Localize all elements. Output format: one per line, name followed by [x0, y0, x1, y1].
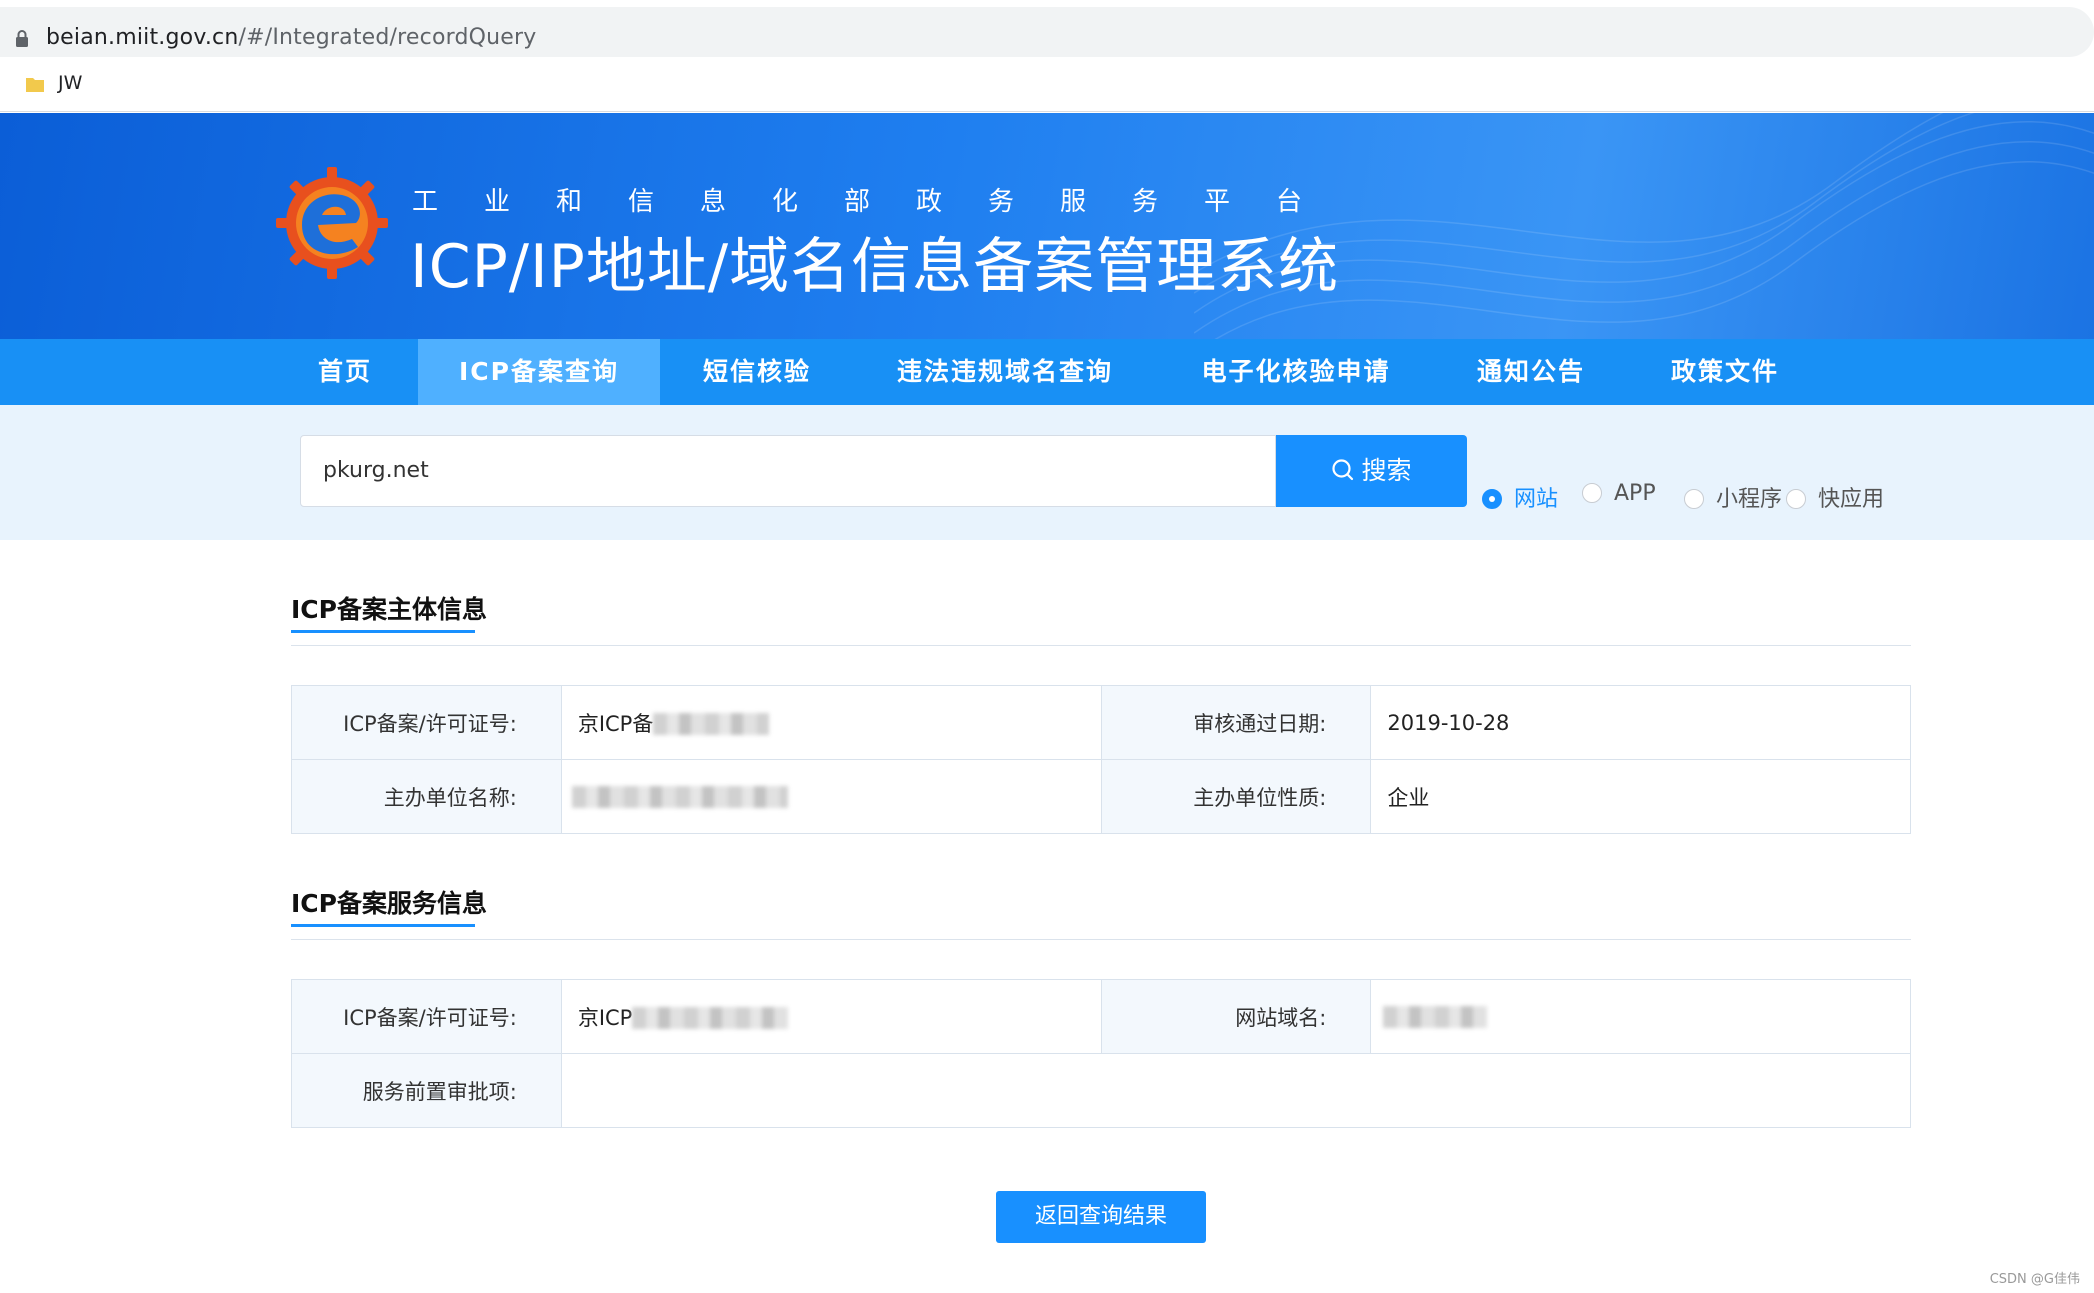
table-row: 服务前置审批项: — [291, 1053, 1912, 1128]
approval-value — [560, 1053, 1912, 1128]
approval-label: 服务前置审批项: — [291, 1053, 562, 1128]
browser-address-bar: beian.miit.gov.cn/#/Integrated/recordQue… — [0, 0, 2094, 64]
section-underline — [291, 630, 475, 633]
nav-sms-verify[interactable]: 短信核验 — [690, 339, 824, 405]
table-row: ICP备案/许可证号: 京ICP 网站域名: — [291, 979, 1911, 1054]
nav-policies[interactable]: 政策文件 — [1660, 339, 1790, 405]
license-prefix: 京ICP — [577, 1005, 633, 1030]
date-label: 审核通过日期: — [1100, 685, 1372, 760]
radio-label: 快应用 — [1818, 487, 1885, 512]
service-info-table: ICP备案/许可证号: 京ICP 网站域名: 服务前置审批项: — [291, 979, 1912, 1128]
nav-notices[interactable]: 通知公告 — [1466, 339, 1596, 405]
radio-circle — [1786, 489, 1806, 509]
service-license-value: 京ICP — [560, 979, 1102, 1054]
radio-quickapp[interactable]: 快应用 — [1786, 481, 1885, 512]
domain-label: 网站域名: — [1100, 979, 1372, 1054]
search-icon — [1332, 459, 1354, 481]
search-button[interactable]: 搜索 — [1276, 435, 1467, 507]
nav-home[interactable]: 首页 — [300, 339, 390, 405]
radio-circle — [1582, 483, 1602, 503]
radio-app[interactable]: APP — [1582, 481, 1656, 511]
radio-label: 小程序 — [1716, 487, 1783, 512]
license-label: ICP备案/许可证号: — [291, 685, 562, 760]
url-text: beian.miit.gov.cn/#/Integrated/recordQue… — [46, 25, 537, 50]
radio-circle — [1482, 489, 1502, 509]
url-field[interactable]: beian.miit.gov.cn/#/Integrated/recordQue… — [0, 7, 2094, 57]
search-area: pkurg.net 搜索 网站 APP 小程序 快应用 — [0, 405, 2094, 540]
redacted-text — [632, 1006, 789, 1029]
service-license-label: ICP备案/许可证号: — [291, 979, 562, 1054]
redacted-text — [1383, 1005, 1488, 1028]
nav-icp-query[interactable]: ICP备案查询 — [418, 339, 660, 405]
bookmarks-bar: JW — [0, 64, 2094, 112]
org-nature-value: 企业 — [1370, 759, 1911, 834]
table-row: 主办单位名称: 主办单位性质: 企业 — [291, 759, 1911, 834]
org-name-label: 主办单位名称: — [291, 759, 562, 834]
nav-illegal-domain[interactable]: 违法违规域名查询 — [880, 339, 1130, 405]
section-divider — [291, 939, 1911, 940]
radio-label: APP — [1614, 481, 1656, 506]
org-name-value — [560, 759, 1102, 834]
section-divider — [291, 645, 1911, 646]
service-section-title: ICP备案服务信息 — [291, 889, 487, 918]
subject-info-table: ICP备案/许可证号: 京ICP备 审核通过日期: 2019-10-28 主办单… — [291, 685, 1911, 834]
table-row: ICP备案/许可证号: 京ICP备 审核通过日期: 2019-10-28 — [291, 685, 1911, 760]
url-host: beian.miit.gov.cn — [46, 25, 239, 50]
radio-label: 网站 — [1514, 487, 1559, 512]
lock-icon — [16, 30, 28, 47]
banner-title: ICP/IP地址/域名信息备案管理系统 — [410, 232, 1340, 302]
license-value: 京ICP备 — [560, 685, 1102, 760]
folder-icon — [26, 78, 44, 92]
radio-website[interactable]: 网站 — [1482, 481, 1559, 512]
banner-subtitle: 工业和信息化部政务服务平台 — [412, 187, 1349, 217]
subject-section-title: ICP备案主体信息 — [291, 595, 487, 624]
main-nav: 首页 ICP备案查询 短信核验 违法违规域名查询 电子化核验申请 通知公告 政策… — [0, 339, 2094, 405]
radio-circle — [1684, 489, 1704, 509]
redacted-text — [653, 712, 770, 735]
back-to-results-button[interactable]: 返回查询结果 — [996, 1191, 1206, 1243]
bookmark-jw[interactable]: JW — [58, 72, 82, 94]
nav-e-verify[interactable]: 电子化核验申请 — [1190, 339, 1402, 405]
search-input[interactable]: pkurg.net — [300, 435, 1276, 507]
search-button-label: 搜索 — [1361, 456, 1412, 485]
license-prefix: 京ICP备 — [577, 711, 654, 736]
miit-logo — [276, 167, 388, 279]
redacted-text — [571, 785, 788, 808]
radio-miniprogram[interactable]: 小程序 — [1684, 481, 1783, 512]
url-path: /#/Integrated/recordQuery — [238, 25, 537, 50]
watermark: CSDN @G佳伟 — [1989, 1272, 2080, 1287]
domain-value — [1370, 979, 1911, 1054]
site-banner: 工业和信息化部政务服务平台 ICP/IP地址/域名信息备案管理系统 — [0, 113, 2094, 339]
date-value: 2019-10-28 — [1370, 685, 1911, 760]
org-nature-label: 主办单位性质: — [1100, 759, 1372, 834]
section-underline — [291, 924, 475, 927]
